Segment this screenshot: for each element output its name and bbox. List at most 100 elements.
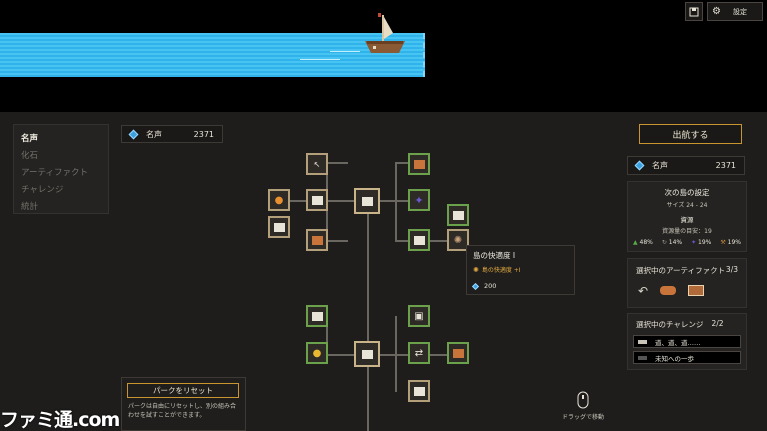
artifacts-title: 選択中のアーティファクト	[636, 266, 726, 275]
reset-perks-button[interactable]: パークをリセット	[127, 383, 239, 398]
settings-button[interactable]: ⚙ 設定	[707, 2, 763, 21]
road-icon	[638, 339, 647, 344]
book-icon	[413, 159, 425, 169]
perk-root-node[interactable]	[354, 341, 380, 367]
artifacts-header: 選択中のアーティファクト 3/3	[628, 259, 746, 276]
chest-icon	[311, 235, 323, 245]
tree-trunk	[367, 200, 369, 431]
tree-branch	[395, 316, 397, 392]
tooltip-cost-row: 200	[471, 282, 568, 290]
perk-node[interactable]: ⇄	[408, 342, 430, 364]
fame-label: 名声	[146, 129, 162, 139]
save-icon	[689, 7, 699, 16]
resources-title: 資源	[680, 216, 694, 224]
island-icon	[311, 195, 323, 205]
fame-icon	[634, 160, 645, 171]
fame-value: 2371	[193, 129, 214, 139]
perk-node[interactable]	[447, 204, 469, 226]
perk-node[interactable]	[447, 342, 469, 364]
scroll-icon	[361, 349, 373, 359]
artifacts-card: 選択中のアーティファクト 3/3 ↶	[627, 258, 747, 308]
perk-node[interactable]: ▣	[408, 305, 430, 327]
save-button[interactable]	[685, 2, 703, 21]
perk-node[interactable]	[408, 380, 430, 402]
perk-node[interactable]: ↖	[306, 153, 328, 175]
fame-icon	[128, 129, 139, 139]
reset-description: パークは自由にリセットし、別の組み合わせを試すことができます。	[128, 403, 237, 419]
resource-stat: ↻ 14%	[661, 239, 683, 246]
wake-foam	[300, 59, 340, 60]
artifacts-count: 3/3	[725, 265, 738, 274]
challenges-card: 選択中のチャレンジ 2/2 道、道、道…… 未知への一歩	[627, 313, 747, 370]
challenges-header: 選択中のチャレンジ 2/2	[628, 314, 746, 330]
cycle-icon: ⇄	[414, 347, 424, 359]
side-item-challenges[interactable]: チャレンジ	[21, 182, 101, 199]
boat-icon	[365, 13, 405, 53]
drag-hint-label: ドラッグで移動	[561, 414, 604, 421]
fame-icon	[471, 282, 480, 290]
drag-hint: ドラッグで移動	[561, 391, 605, 423]
side-menu: 名声 化石 アーティファクト チャレンジ 統計	[13, 124, 109, 214]
island-plus-icon	[273, 222, 285, 232]
mouse-icon	[577, 391, 589, 409]
perk-node[interactable]: ✦	[408, 189, 430, 211]
beehive-icon: ●	[312, 347, 322, 359]
chest-icon	[452, 348, 464, 358]
island-plus-icon	[413, 386, 425, 396]
perk-node[interactable]	[268, 216, 290, 238]
sea-view: ⚙ 設定	[0, 0, 767, 112]
unknown-icon	[638, 355, 647, 360]
challenges-count: 2/2	[711, 319, 724, 328]
island-size: サイズ 24 - 24	[666, 202, 708, 209]
ocean-strip	[0, 33, 425, 77]
tooltip-cost: 200	[484, 282, 497, 290]
perk-node[interactable]: ●	[306, 342, 328, 364]
side-item-fame[interactable]: 名声	[21, 131, 101, 148]
perk-node[interactable]	[306, 229, 328, 251]
scroll-icon	[361, 196, 373, 206]
settings-label: 設定	[732, 7, 747, 16]
perk-root-node[interactable]	[354, 188, 380, 214]
perk-node[interactable]	[408, 229, 430, 251]
side-item-artifacts[interactable]: アーティファクト	[21, 165, 101, 182]
reset-panel: パークをリセット パークは自由にリセットし、別の組み合わせを試すことができます。	[121, 377, 246, 431]
next-island-title: 次の島の設定	[664, 188, 710, 197]
comfort-icon: ✺	[453, 234, 463, 246]
island-plus-icon	[413, 235, 425, 245]
challenges-title: 選択中のチャレンジ	[636, 320, 704, 329]
gear-icon: ⚙	[712, 6, 721, 17]
side-item-fossils[interactable]: 化石	[21, 148, 101, 165]
tree-branch	[395, 162, 397, 240]
side-item-stats[interactable]: 統計	[21, 199, 101, 216]
resource-stat: ⚒ 19%	[720, 239, 741, 246]
perk-node[interactable]	[408, 153, 430, 175]
perk-node[interactable]	[306, 189, 328, 211]
fruit-icon: ●	[274, 194, 284, 206]
perk-tooltip: 島の快適度 I ✺ 島の快適度 +I 200	[466, 245, 575, 295]
depart-button[interactable]: 出航する	[639, 124, 742, 144]
island-icon	[452, 210, 464, 220]
fame-display-left: 名声 2371	[121, 125, 223, 143]
challenge-item[interactable]: 道、道、道……	[633, 335, 741, 348]
cursor-icon: ↖	[313, 159, 321, 169]
hook-icon[interactable]: ↶	[638, 284, 648, 298]
fame-label: 名声	[652, 161, 668, 170]
grape-icon: ✦	[414, 193, 424, 207]
perk-node[interactable]	[306, 305, 328, 327]
tooltip-effect: 島の快適度 +I	[481, 267, 521, 274]
next-island-card: 次の島の設定 サイズ 24 - 24 資源 資源量の目安：19 ▲ 48% ↻ …	[627, 181, 747, 252]
watermark-logo: ファミ通.com	[0, 409, 120, 431]
tooltip-effect-row: ✺ 島の快適度 +I	[473, 265, 568, 275]
resource-stat: ✦ 19%	[691, 239, 712, 246]
bread-icon[interactable]	[660, 286, 677, 295]
resource-stats: ▲ 48% ↻ 14% ✦ 19% ⚒ 19%	[628, 235, 746, 246]
island-icon	[311, 311, 323, 321]
fame-value: 2371	[715, 161, 736, 170]
tree-branch	[326, 162, 348, 164]
chest-icon[interactable]	[688, 285, 705, 296]
tooltip-title: 島の快適度 I	[473, 251, 516, 260]
resource-stat: ▲ 48%	[633, 239, 653, 246]
challenge-item[interactable]: 未知への一歩	[633, 351, 741, 364]
perk-node[interactable]: ●	[268, 189, 290, 211]
artifact-list: ↶	[628, 276, 746, 298]
